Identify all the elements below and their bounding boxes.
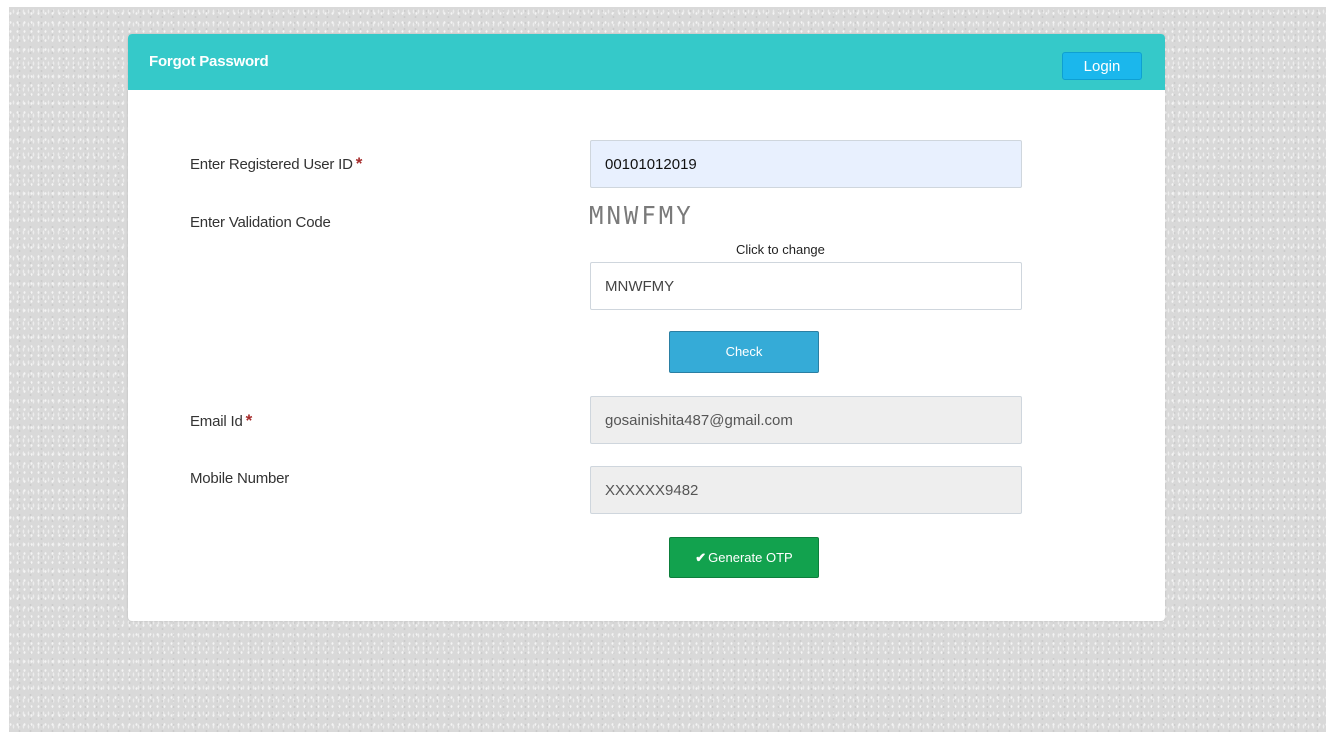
generate-otp-button[interactable]: ✔ Generate OTP <box>669 537 819 578</box>
email-label: Email Id * <box>190 411 252 431</box>
mobile-label: Mobile Number <box>190 470 290 487</box>
page-frame-top <box>0 0 1333 7</box>
panel-header: Forgot Password Login <box>128 34 1165 90</box>
user-id-label: Enter Registered User ID * <box>190 154 362 174</box>
captcha-change-link[interactable]: Click to change <box>736 242 825 257</box>
email-required-mark: * <box>245 411 253 430</box>
check-icon: ✔ <box>695 550 707 565</box>
check-button[interactable]: Check <box>669 331 819 373</box>
page-frame-left <box>0 0 9 734</box>
user-id-required-mark: * <box>355 154 363 173</box>
forgot-password-panel: Forgot Password Login Enter Registered U… <box>128 34 1165 621</box>
page-frame-right <box>1326 0 1333 734</box>
user-id-label-text: Enter Registered User ID <box>190 156 353 173</box>
generate-otp-label: Generate OTP <box>708 550 793 565</box>
panel-title: Forgot Password <box>149 53 269 70</box>
login-button[interactable]: Login <box>1062 52 1142 80</box>
captcha-image[interactable]: MNWFMY <box>589 202 694 231</box>
mobile-field[interactable] <box>590 466 1022 514</box>
email-label-text: Email Id <box>190 413 243 430</box>
validation-code-label: Enter Validation Code <box>190 214 331 231</box>
email-field[interactable] <box>590 396 1022 444</box>
validation-code-input[interactable] <box>590 262 1022 310</box>
user-id-input[interactable] <box>590 140 1022 188</box>
